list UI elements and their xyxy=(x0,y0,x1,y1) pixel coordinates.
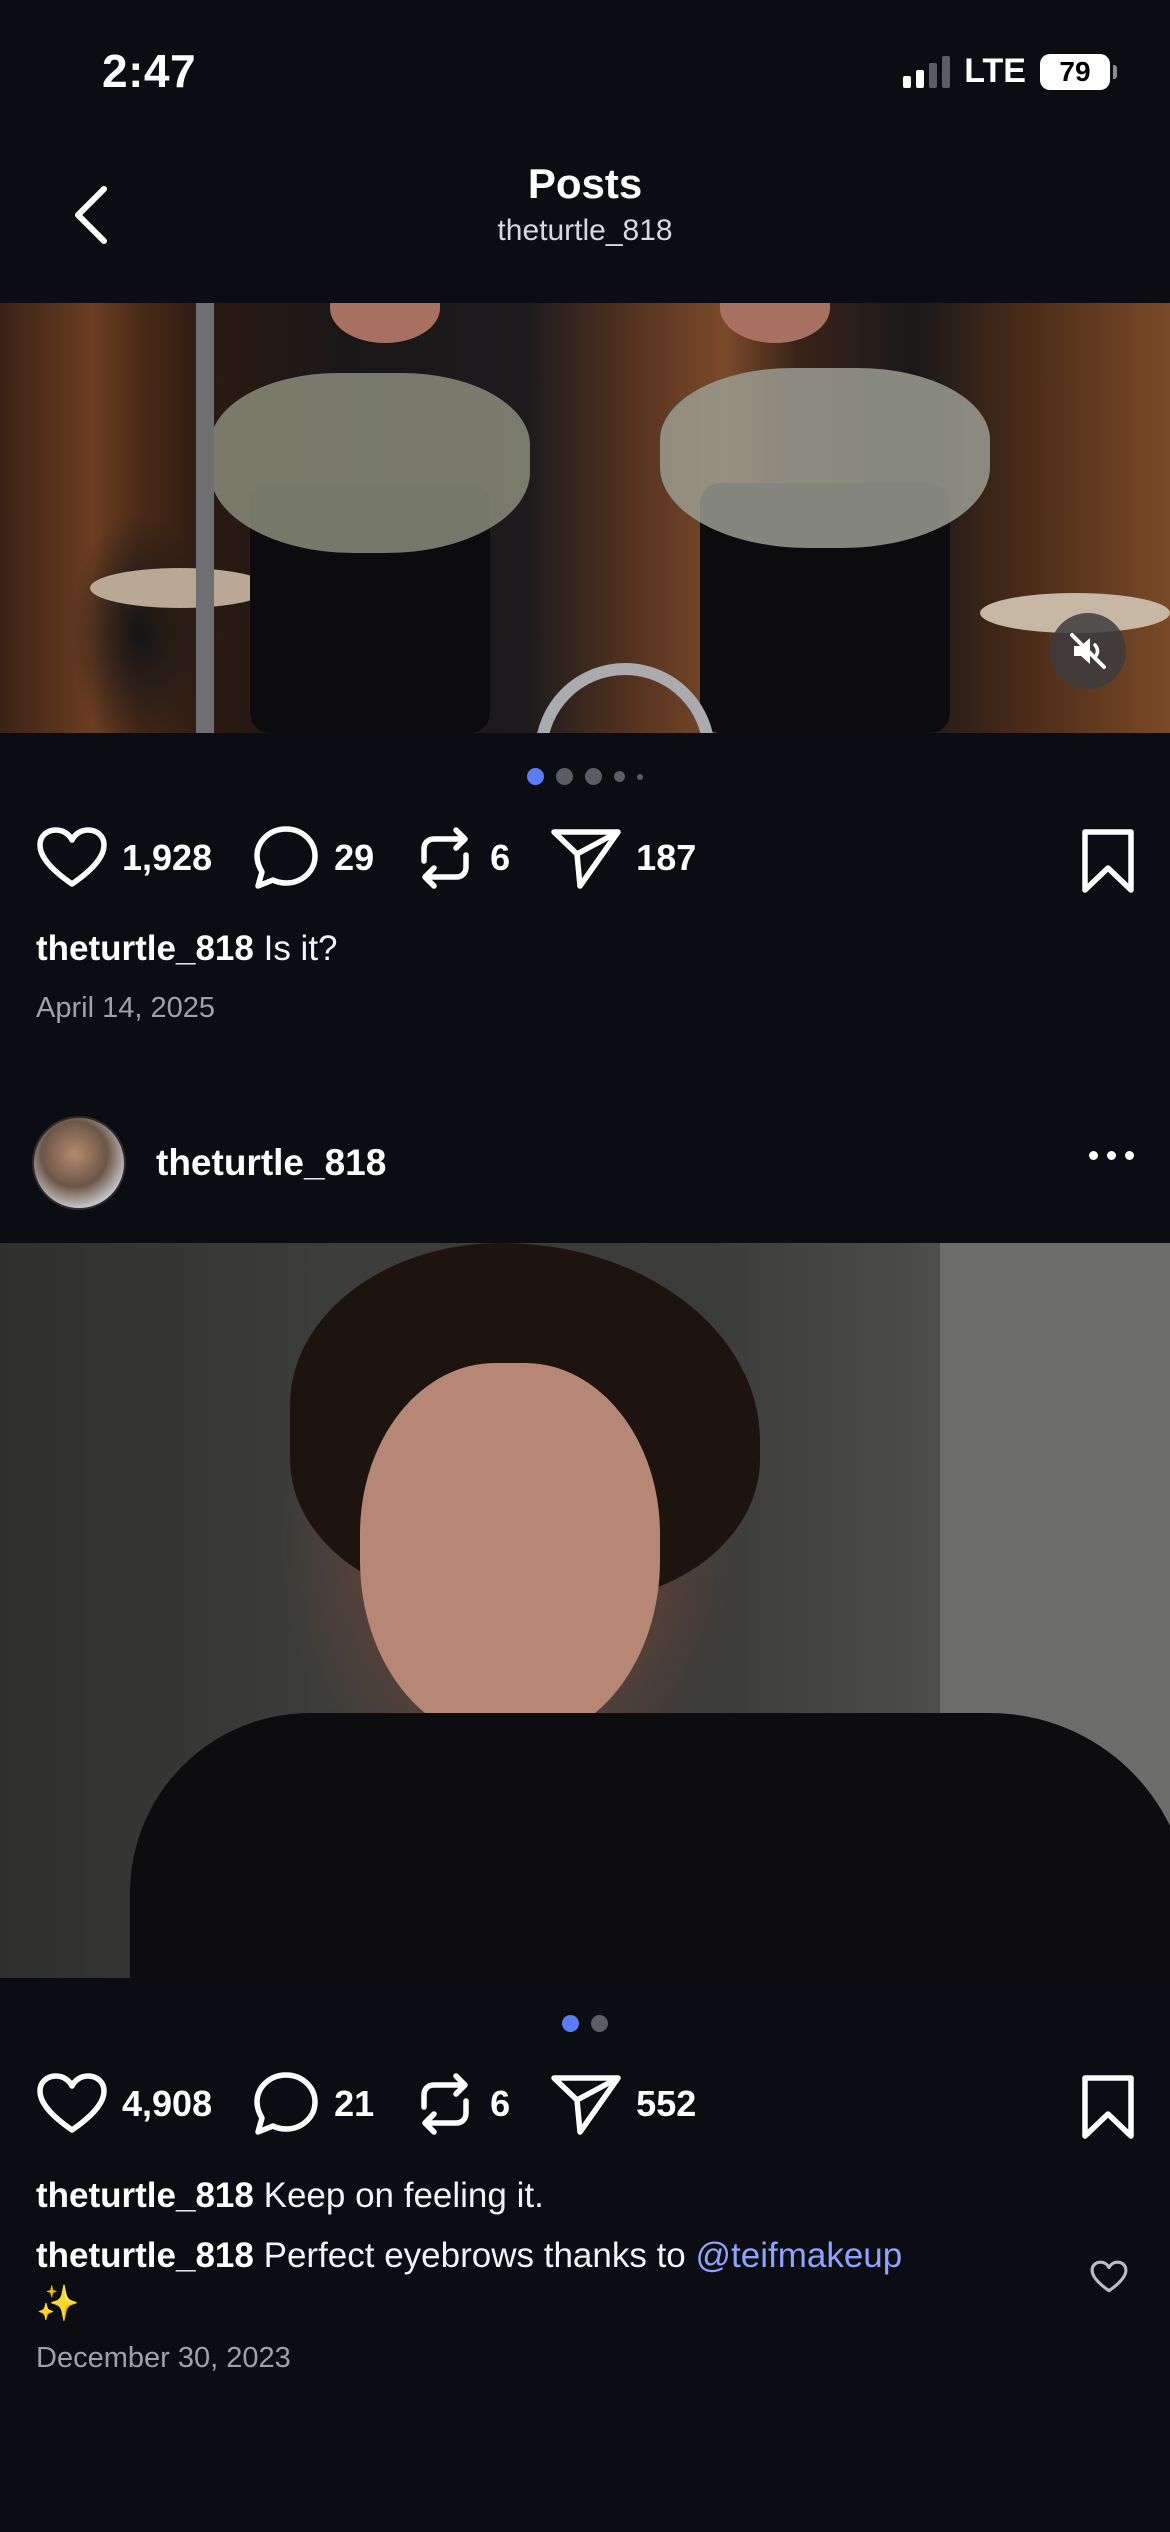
share-button[interactable]: 187 xyxy=(550,824,696,892)
carousel-dots xyxy=(0,768,1170,785)
mute-button[interactable] xyxy=(1050,613,1126,689)
avatar[interactable] xyxy=(32,1116,126,1210)
send-icon xyxy=(551,2075,621,2135)
nav-header: Posts theturtle_818 xyxy=(0,150,1170,300)
status-bar: 2:47 LTE 79 xyxy=(0,0,1170,150)
post-date: April 14, 2025 xyxy=(36,992,215,1024)
share-count: 187 xyxy=(636,837,697,878)
comment-like-button[interactable] xyxy=(1090,2260,1128,2299)
repost-count: 6 xyxy=(490,837,511,878)
repost-button[interactable]: 6 xyxy=(414,2069,510,2139)
carousel-dot xyxy=(637,773,643,780)
caption-text: Keep on feeling it. xyxy=(263,2176,544,2215)
status-time: 2:47 xyxy=(102,45,197,97)
post-date: December 30, 2023 xyxy=(36,2342,291,2374)
mention-link[interactable]: @teifmakeup xyxy=(696,2236,903,2275)
comment-username[interactable]: theturtle_818 xyxy=(36,2236,254,2275)
post-caption: theturtle_818 Keep on feeling it. xyxy=(36,2172,1086,2220)
page-subtitle: theturtle_818 xyxy=(497,214,673,247)
bookmark-button[interactable] xyxy=(1080,828,1136,899)
comment-button[interactable]: 29 xyxy=(252,824,374,892)
carousel-dot xyxy=(585,768,602,785)
comment-button[interactable]: 21 xyxy=(252,2070,374,2138)
more-options-button[interactable] xyxy=(1081,1143,1142,1168)
share-count: 552 xyxy=(636,2083,697,2124)
share-button[interactable]: 552 xyxy=(550,2070,696,2138)
repost-button[interactable]: 6 xyxy=(414,823,510,893)
caption-text: Is it? xyxy=(263,929,338,968)
carousel-dot xyxy=(614,771,625,782)
post-actions: 4,908 21 6 552 xyxy=(36,2064,1136,2144)
signal-icon xyxy=(903,55,951,88)
more-icon xyxy=(1089,1151,1098,1160)
heart-icon xyxy=(37,2073,107,2133)
sparkles-emoji: ✨ xyxy=(36,2284,80,2323)
repost-icon xyxy=(421,827,469,889)
post-header: theturtle_818 xyxy=(32,1115,1142,1211)
page-title: Posts xyxy=(527,160,643,207)
carousel-dots xyxy=(0,2015,1170,2032)
caption-username[interactable]: theturtle_818 xyxy=(36,929,254,968)
send-icon xyxy=(551,829,621,889)
carousel-dot xyxy=(562,2015,579,2032)
comment-count: 29 xyxy=(334,837,375,878)
comment-icon xyxy=(254,826,318,889)
bookmark-button[interactable] xyxy=(1080,2074,1136,2145)
like-count: 4,908 xyxy=(122,2083,213,2124)
bookmark-icon xyxy=(1082,829,1134,893)
carousel-dot xyxy=(527,768,544,785)
post-media-video[interactable] xyxy=(0,303,1170,733)
battery-icon: 79 xyxy=(1040,53,1117,90)
like-button[interactable]: 4,908 xyxy=(36,2072,212,2136)
post-media-image[interactable] xyxy=(0,1243,1170,1978)
post-actions: 1,928 29 6 187 xyxy=(36,818,1136,898)
carousel-dot xyxy=(556,768,573,785)
post-caption: theturtle_818 Is it? xyxy=(36,925,1086,973)
heart-outline-icon xyxy=(1090,2260,1128,2293)
network-type: LTE xyxy=(964,52,1026,90)
like-button[interactable]: 1,928 xyxy=(36,826,212,890)
caption-username[interactable]: theturtle_818 xyxy=(36,2176,254,2215)
battery-level: 79 xyxy=(1059,55,1091,87)
speaker-muted-icon xyxy=(1070,633,1106,669)
comment-icon xyxy=(254,2072,318,2135)
comment-count: 21 xyxy=(334,2083,375,2124)
status-indicators: LTE 79 xyxy=(903,52,1117,91)
post-username[interactable]: theturtle_818 xyxy=(156,1142,386,1184)
repost-count: 6 xyxy=(490,2083,511,2124)
repost-icon xyxy=(421,2073,469,2135)
comment-text: Perfect eyebrows thanks to xyxy=(263,2236,686,2275)
comment-item: theturtle_818 Perfect eyebrows thanks to… xyxy=(36,2232,1056,2328)
heart-icon xyxy=(37,827,107,887)
like-count: 1,928 xyxy=(122,837,213,878)
bookmark-icon xyxy=(1082,2075,1134,2139)
carousel-dot xyxy=(591,2015,608,2032)
